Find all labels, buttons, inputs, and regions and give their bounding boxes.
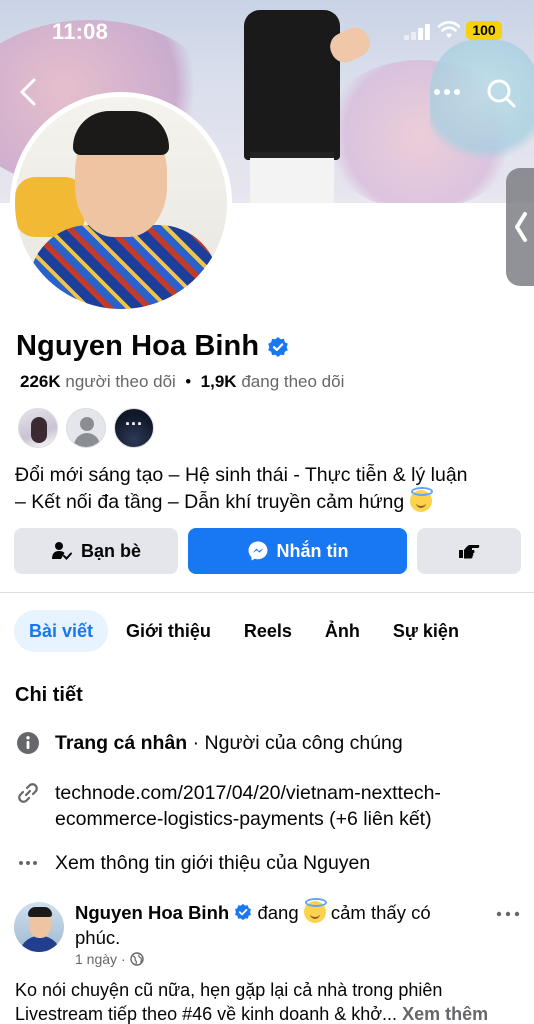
detail-see-about[interactable]: Xem thông tin giới thiệu của Nguyen xyxy=(15,850,370,876)
tab-photos[interactable]: Ảnh xyxy=(310,610,375,652)
website-link-more[interactable]: ecommerce-logistics-payments (+6 liên kế… xyxy=(55,806,441,832)
post-text-line: Livestream tiếp theo #46 về kinh doanh &… xyxy=(15,1004,398,1024)
chevron-left-icon xyxy=(515,212,527,242)
profile-avatar[interactable] xyxy=(10,92,232,314)
followers-label: người theo dõi xyxy=(65,372,176,391)
wifi-icon xyxy=(437,21,461,38)
section-divider xyxy=(0,592,534,593)
post-header: Nguyen Hoa Binh đang cảm thấy có phúc. xyxy=(75,898,475,950)
post-body: Ko nói chuyện cũ nữa, hẹn gặp lại cả nhà… xyxy=(15,978,527,1024)
post-feeling: cảm thấy có xyxy=(330,902,431,923)
verified-badge-icon xyxy=(235,903,252,921)
verified-badge-icon xyxy=(268,336,288,357)
post-meta: 1 ngày · xyxy=(75,951,144,967)
profile-tabs: Bài viết Giới thiệu Reels Ảnh Sự kiện xyxy=(14,610,477,652)
info-icon xyxy=(15,730,41,756)
search-icon[interactable] xyxy=(484,76,518,110)
globe-icon xyxy=(130,952,144,966)
friends-button[interactable]: Bạn bè xyxy=(14,528,178,574)
side-panel-handle[interactable] xyxy=(506,168,534,286)
tab-posts[interactable]: Bài viết xyxy=(14,610,109,652)
post-meta-dot: · xyxy=(121,951,126,967)
profile-name-row: Nguyen Hoa Binh xyxy=(16,330,289,363)
see-more-link[interactable]: Xem thêm xyxy=(402,1004,488,1024)
tab-events[interactable]: Sự kiện xyxy=(378,610,474,652)
message-button-label: Nhắn tin xyxy=(276,540,349,561)
profile-name: Nguyen Hoa Binh xyxy=(16,330,260,362)
poke-button[interactable] xyxy=(417,528,521,574)
halo-smile-emoji-icon xyxy=(303,898,327,923)
status-bar: 11:08 100 xyxy=(0,0,534,60)
follow-stats[interactable]: 226K người theo dõi • 1,9K đang theo dõi xyxy=(20,372,344,392)
profile-bio: Đổi mới sáng tạo – Hệ sinh thái - Thực t… xyxy=(15,462,525,516)
chevron-left-icon[interactable] xyxy=(14,76,44,108)
website-link[interactable]: technode.com/2017/04/20/vietnam-nexttech… xyxy=(55,780,441,806)
details-title: Chi tiết xyxy=(15,684,83,706)
followers-count: 226K xyxy=(20,372,61,391)
bio-line: – Kết nối đa tầng – Dẫn khí truyền cảm h… xyxy=(15,491,405,513)
following-label: đang theo dõi xyxy=(241,372,345,391)
tab-reels[interactable]: Reels xyxy=(229,610,307,652)
messenger-icon xyxy=(248,541,267,561)
detail-page-type: Trang cá nhân · Người của công chúng xyxy=(15,730,403,756)
following-count: 1,9K xyxy=(200,372,237,391)
post-text-line: Ko nói chuyện cũ nữa, hẹn gặp lại cả nhà… xyxy=(15,980,443,1000)
post-feeling-prefix: đang xyxy=(257,902,299,923)
tab-about[interactable]: Giới thiệu xyxy=(111,610,226,652)
more-horizontal-icon xyxy=(15,850,41,876)
post-time[interactable]: 1 ngày xyxy=(75,951,117,967)
post-author-name[interactable]: Nguyen Hoa Binh xyxy=(75,902,229,923)
post-options-icon[interactable] xyxy=(494,906,522,922)
bio-line: Đổi mới sáng tạo – Hệ sinh thái - Thực t… xyxy=(15,464,468,486)
mutual-friends-more[interactable]: ··· xyxy=(114,408,154,448)
battery-indicator: 100 xyxy=(466,21,502,40)
see-about-link[interactable]: Xem thông tin giới thiệu của Nguyen xyxy=(55,850,370,876)
pointing-hand-icon xyxy=(459,545,480,559)
friends-button-label: Bạn bè xyxy=(80,540,141,561)
post-author-avatar[interactable] xyxy=(14,902,64,952)
message-button[interactable]: Nhắn tin xyxy=(188,528,407,574)
detail-website[interactable]: technode.com/2017/04/20/vietnam-nexttech… xyxy=(15,780,441,832)
stats-separator: • xyxy=(185,372,192,391)
mutual-friend-avatar[interactable] xyxy=(18,408,58,448)
link-icon xyxy=(15,780,41,806)
post-feeling-cont: phúc. xyxy=(75,927,121,948)
cellular-signal-icon xyxy=(404,24,432,40)
page-type-value: · Người của công chúng xyxy=(187,732,403,754)
friend-check-icon xyxy=(51,542,72,560)
mutual-friend-avatar[interactable] xyxy=(66,408,106,448)
mutual-friends[interactable]: ··· xyxy=(18,408,154,448)
page-type-label: Trang cá nhân xyxy=(55,732,188,754)
halo-smile-emoji-icon xyxy=(409,487,433,512)
more-horizontal-icon[interactable] xyxy=(430,80,464,104)
status-time: 11:08 xyxy=(52,19,109,44)
